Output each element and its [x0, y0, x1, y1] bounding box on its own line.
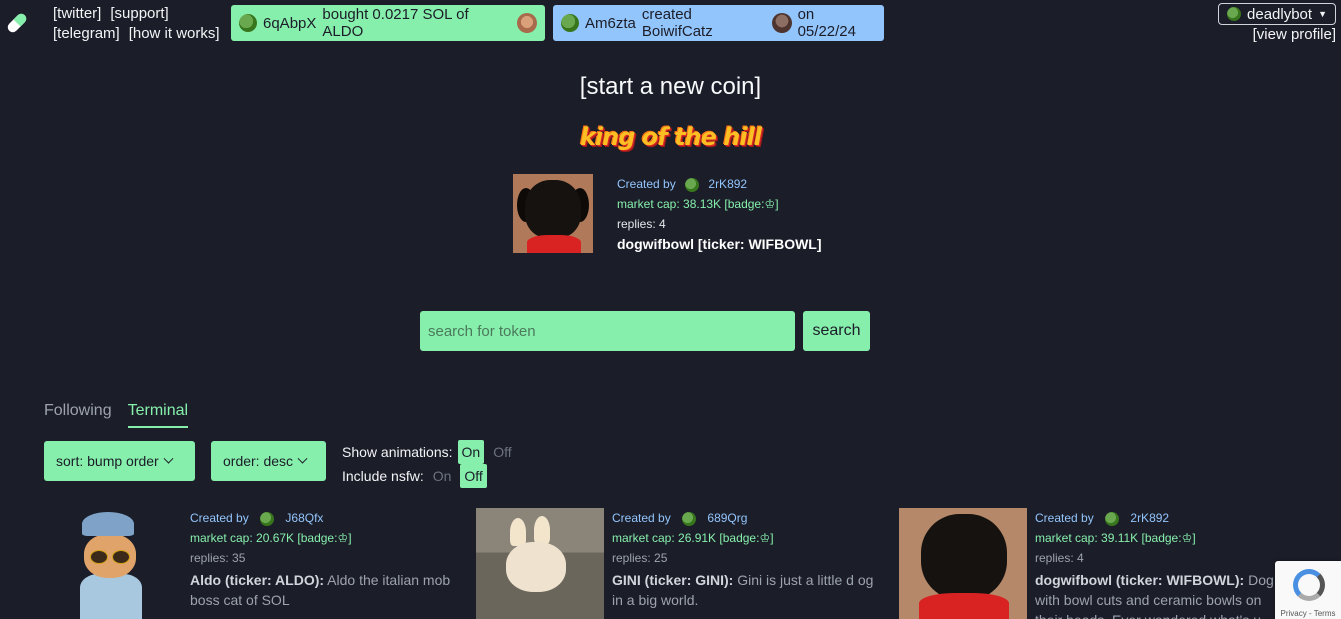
how-it-works-link[interactable]: [how it works] — [129, 24, 220, 44]
search-button[interactable]: search — [803, 311, 870, 351]
search-input[interactable] — [420, 311, 795, 351]
chevron-down-icon — [163, 453, 174, 464]
animations-on-toggle[interactable]: On — [457, 440, 485, 464]
sort-value: sort: bump order — [56, 453, 159, 469]
create-user: Am6zta — [585, 14, 636, 32]
start-new-coin-link[interactable]: [start a new coin] — [0, 73, 1341, 101]
coin-avatar-icon — [771, 13, 792, 33]
king-of-the-hill-card[interactable]: Created by 2rK892 market cap: 38.13K [ba… — [513, 174, 822, 254]
created-by-label: Created by — [190, 511, 249, 525]
header-links: [twitter] [support] [telegram] [how it w… — [53, 4, 220, 44]
pepe-avatar-icon — [1227, 7, 1242, 21]
order-value: order: desc — [223, 453, 294, 469]
creator-name[interactable]: J68Qfx — [285, 511, 323, 525]
tab-terminal[interactable]: Terminal — [127, 402, 189, 428]
coin-image — [513, 174, 593, 253]
created-by-label: Created by — [612, 511, 671, 525]
crown-badge-icon: ♔ — [759, 531, 771, 545]
market-cap: market cap: 26.91K — [612, 531, 717, 545]
include-nsfw-label: Include nsfw: — [342, 468, 424, 484]
coin-name: Aldo (ticker: ALDO): — [190, 572, 325, 588]
coin-description: GINI (ticker: GINI): Gini is just a litt… — [612, 570, 882, 610]
pepe-avatar-icon — [1105, 511, 1120, 526]
pill-logo-icon[interactable] — [4, 10, 30, 36]
pepe-avatar-icon — [561, 14, 579, 32]
create-date: on 05/22/24 — [797, 6, 856, 40]
trade-ticker[interactable]: 6qAbpX bought 0.0217 SOL of ALDO — [231, 5, 545, 41]
pepe-avatar-icon — [682, 511, 697, 526]
trade-text: bought 0.0217 SOL of ALDO — [322, 6, 469, 40]
chevron-down-icon — [297, 453, 308, 464]
coin-info: Created by 2rK892 market cap: 38.13K [ba… — [617, 177, 822, 252]
username: deadlybot — [1247, 5, 1313, 23]
caret-down-icon: ▼ — [1318, 9, 1327, 19]
create-ticker[interactable]: Am6zta created BoiwifCatz on 05/22/24 — [553, 5, 884, 41]
coin-description: dogwifbowl (ticker: WIFBOWL): Dog with b… — [1035, 570, 1275, 619]
coin-image — [476, 508, 604, 619]
support-link[interactable]: [support] — [110, 4, 168, 24]
tab-following[interactable]: Following — [44, 402, 112, 428]
king-of-the-hill-logo: king of the hill — [579, 123, 762, 151]
coin-description: Aldo (ticker: ALDO): Aldo the italian mo… — [190, 570, 460, 610]
coin-name: dogwifbowl (ticker: WIFBOWL): — [1035, 572, 1245, 588]
sort-dropdown[interactable]: sort: bump order — [44, 441, 195, 481]
creator-name[interactable]: 2rK892 — [708, 177, 747, 191]
recaptcha-icon — [1293, 569, 1325, 601]
coin-image — [54, 508, 182, 619]
replies-count: replies: 35 — [190, 551, 246, 565]
market-cap: market cap: 39.11K — [1035, 531, 1139, 545]
crown-badge-icon: ♔ — [1181, 531, 1193, 545]
created-by-label: Created by — [1035, 511, 1094, 525]
creator-name[interactable]: 2rK892 — [1130, 511, 1169, 525]
animations-off-toggle[interactable]: Off — [489, 440, 515, 464]
pepe-avatar-icon — [685, 177, 700, 192]
pepe-avatar-icon — [239, 14, 257, 32]
coin-name: GINI (ticker: GINI): — [612, 572, 734, 588]
coin-card[interactable]: Created by J68Qfx market cap: 20.67K [ba… — [54, 508, 460, 619]
badge-label: [badge: — [1141, 531, 1182, 545]
feed-tabs: Following Terminal — [44, 402, 189, 428]
replies-count: replies: 4 — [617, 217, 666, 231]
creator-name[interactable]: 689Qrg — [707, 511, 747, 525]
replies-count: replies: 25 — [612, 551, 668, 565]
telegram-link[interactable]: [telegram] — [53, 24, 120, 44]
crown-badge-icon: ♔ — [764, 197, 776, 211]
badge-label: [badge: — [724, 197, 765, 211]
recaptcha-badge[interactable]: Privacy - Terms — [1275, 561, 1341, 619]
market-cap: market cap: 38.13K — [617, 197, 722, 211]
coin-title: dogwifbowl [ticker: WIFBOWL] — [617, 236, 822, 252]
market-cap: market cap: 20.67K — [190, 531, 295, 545]
trade-user: 6qAbpX — [263, 14, 317, 32]
badge-label: [badge: — [719, 531, 760, 545]
twitter-link[interactable]: [twitter] — [53, 4, 101, 24]
created-by-label: Created by — [617, 177, 676, 191]
coin-card[interactable]: Created by 2rK892 market cap: 39.11K [ba… — [899, 508, 1275, 619]
nsfw-on-toggle[interactable]: On — [429, 464, 456, 488]
display-toggles: Show animations: On Off Include nsfw: On… — [342, 440, 516, 488]
view-profile-link[interactable]: [view profile] — [1253, 26, 1336, 43]
recaptcha-links[interactable]: Privacy - Terms — [1275, 609, 1341, 618]
create-text: created BoiwifCatz — [641, 6, 713, 40]
coin-image — [899, 508, 1027, 619]
badge-label: [badge: — [297, 531, 338, 545]
user-menu-button[interactable]: deadlybot ▼ — [1218, 3, 1336, 25]
coin-card[interactable]: Created by 689Qrg market cap: 26.91K [ba… — [476, 508, 882, 619]
coin-avatar-icon — [517, 13, 537, 33]
show-animations-label: Show animations: — [342, 444, 453, 460]
pepe-avatar-icon — [260, 511, 275, 526]
crown-badge-icon: ♔ — [337, 531, 349, 545]
nsfw-off-toggle[interactable]: Off — [460, 464, 487, 488]
order-dropdown[interactable]: order: desc — [211, 441, 326, 481]
replies-count: replies: 4 — [1035, 551, 1084, 565]
